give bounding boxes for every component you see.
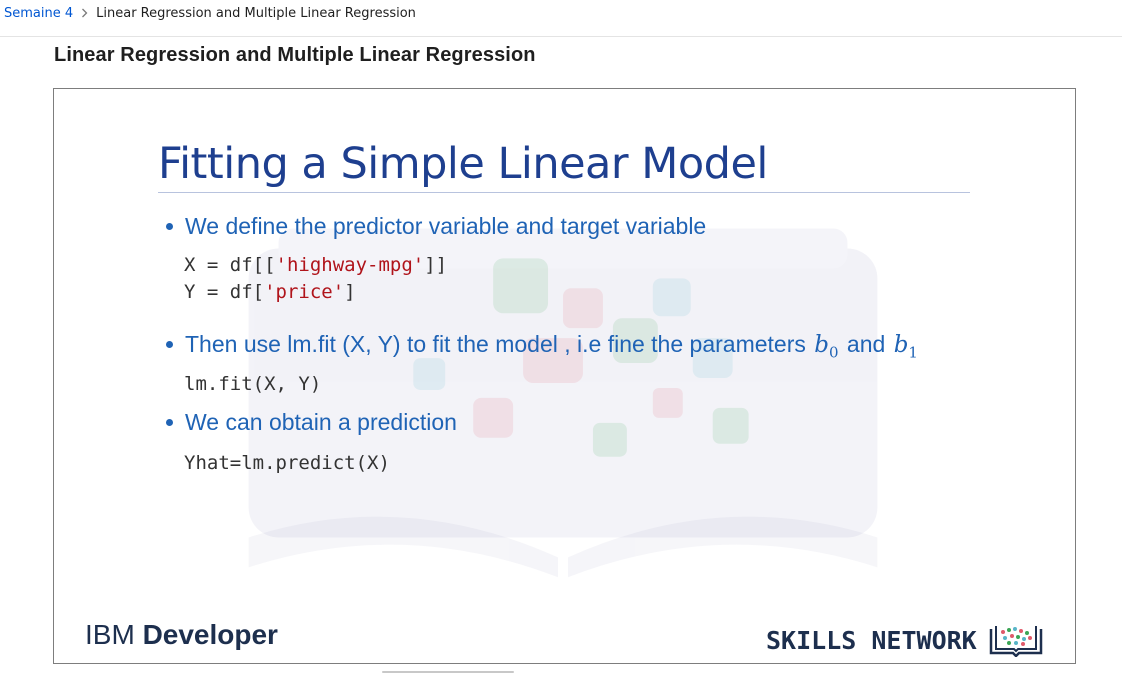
bullet-dot-icon: [166, 419, 173, 426]
slide-title-underline: [158, 192, 970, 193]
skills-network-book-icon: [989, 626, 1042, 657]
bullet-define-variables: We define the predictor variable and tar…: [166, 213, 706, 240]
video-player[interactable]: Fitting a Simple Linear Model We define …: [53, 88, 1076, 664]
chevron-right-icon: [81, 8, 88, 18]
bullet-prediction: We can obtain a prediction: [166, 409, 457, 436]
breadcrumb-current: Linear Regression and Multiple Linear Re…: [96, 5, 416, 21]
breadcrumb-link-week[interactable]: Semaine 4: [4, 6, 73, 21]
bullet-conjunction: and: [846, 331, 886, 357]
math-b1: b1: [893, 332, 918, 362]
bullet-text: We define the predictor variable and tar…: [185, 213, 707, 239]
ibm-developer-logo: IBM Developer: [85, 619, 278, 650]
bullet-text: We can obtain a prediction: [185, 409, 457, 435]
page-title: Linear Regression and Multiple Linear Re…: [54, 44, 536, 66]
code-string: 'price': [264, 281, 345, 303]
code-string: 'highway-mpg': [275, 254, 425, 276]
code-line-x: X = df[['highway-mpg']]: [184, 254, 448, 276]
video-scroll-indicator: [382, 671, 514, 673]
code-line-fit: lm.fit(X, Y): [184, 373, 322, 395]
skills-network-text: SKILLS NETWORK: [766, 625, 977, 655]
code-line-y: Y = df['price']: [184, 281, 356, 303]
header-divider: [0, 36, 1122, 37]
bullet-dot-icon: [166, 223, 173, 230]
breadcrumb: Semaine 4 Linear Regression and Multiple…: [4, 4, 416, 22]
math-b0: b0: [814, 332, 839, 362]
bullet-text: Then use lm.fit (X, Y) to fit the model …: [185, 331, 806, 357]
skills-network-logo: SKILLS NETWORK: [766, 623, 1043, 657]
bullet-dot-icon: [166, 341, 173, 348]
slide-title: Fitting a Simple Linear Model: [158, 139, 768, 189]
bullet-fit-model: Then use lm.fit (X, Y) to fit the model …: [166, 331, 920, 362]
code-line-predict: Yhat=lm.predict(X): [184, 452, 390, 474]
